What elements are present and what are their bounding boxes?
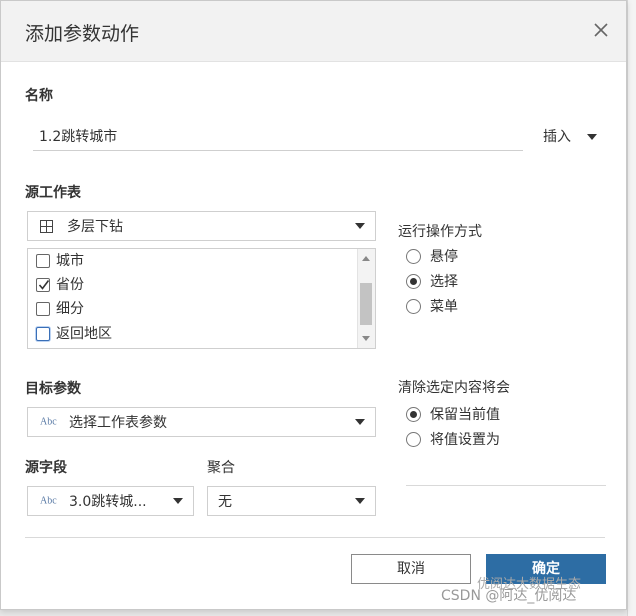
action-name-input[interactable] — [33, 121, 523, 151]
dialog-title-bar: 添加参数动作 — [1, 1, 626, 62]
triangle-down-icon — [355, 498, 365, 504]
insert-label: 插入 — [543, 129, 571, 145]
radio-label: 保留当前值 — [430, 407, 500, 423]
source-sheet-select[interactable]: 多层下钻 — [27, 211, 376, 241]
radio-label: 菜单 — [430, 299, 458, 315]
cancel-button[interactable]: 取消 — [351, 554, 471, 584]
string-type-icon: Abc — [40, 495, 57, 507]
close-icon — [594, 23, 608, 37]
source-field-label: 源字段 — [25, 460, 67, 476]
add-parameter-action-dialog: 添加参数动作 名称 插入 源工作表 多层下钻 城市 — [0, 0, 627, 610]
scroll-down-arrow-icon[interactable] — [362, 336, 370, 341]
target-parameter-value: 选择工作表参数 — [69, 415, 167, 431]
set-value-field-underline — [406, 485, 606, 486]
footer-divider — [25, 537, 605, 538]
name-label: 名称 — [25, 88, 53, 104]
radio-button-selected[interactable] — [406, 407, 421, 422]
list-item-label: 省份 — [56, 277, 84, 293]
radio-button[interactable] — [406, 432, 421, 447]
triangle-down-icon — [355, 419, 365, 425]
aggregation-value: 无 — [218, 494, 232, 510]
radio-label: 悬停 — [430, 249, 458, 265]
target-parameter-label: 目标参数 — [25, 381, 81, 397]
dialog-title: 添加参数动作 — [25, 23, 140, 45]
radio-label: 将值设置为 — [430, 432, 500, 448]
aggregation-select[interactable]: 无 — [207, 486, 376, 516]
string-type-icon: Abc — [40, 416, 57, 428]
list-scrollbar[interactable] — [357, 249, 375, 348]
close-button[interactable] — [590, 19, 612, 41]
background-window — [627, 0, 636, 616]
run-action-label: 运行操作方式 — [398, 224, 482, 240]
triangle-down-icon — [587, 134, 598, 140]
target-parameter-select[interactable]: Abc 选择工作表参数 — [27, 407, 376, 437]
triangle-down-icon — [355, 223, 365, 229]
scroll-thumb[interactable] — [360, 283, 372, 325]
list-item-label: 返回地区 — [56, 326, 112, 342]
checkbox[interactable] — [36, 254, 50, 268]
source-sheet-label: 源工作表 — [25, 185, 81, 201]
insert-dropdown[interactable]: 插入 — [543, 126, 598, 146]
radio-button[interactable] — [406, 299, 421, 314]
dashboard-grid-icon — [40, 220, 53, 237]
source-field-select[interactable]: Abc 3.0跳转城... — [27, 486, 194, 516]
source-field-value: 3.0跳转城... — [69, 494, 147, 510]
clear-selection-label: 清除选定内容将会 — [398, 380, 510, 396]
sheet-field-list: 城市 省份 细分 返回地区 — [27, 248, 376, 349]
scroll-up-arrow-icon[interactable] — [362, 256, 370, 261]
list-item-label: 城市 — [56, 253, 84, 269]
source-sheet-value: 多层下钻 — [67, 219, 123, 235]
checkbox[interactable] — [36, 302, 50, 316]
radio-button[interactable] — [406, 249, 421, 264]
triangle-down-icon — [173, 498, 183, 504]
list-item-label: 细分 — [56, 301, 84, 317]
checkmark-icon — [38, 280, 50, 290]
aggregation-label: 聚合 — [207, 460, 235, 476]
checkbox[interactable] — [36, 327, 50, 341]
radio-label: 选择 — [430, 274, 458, 290]
radio-button-selected[interactable] — [406, 274, 421, 289]
checkbox-checked[interactable] — [36, 278, 50, 292]
watermark-text: CSDN @阿达_优阅达 — [441, 588, 577, 604]
